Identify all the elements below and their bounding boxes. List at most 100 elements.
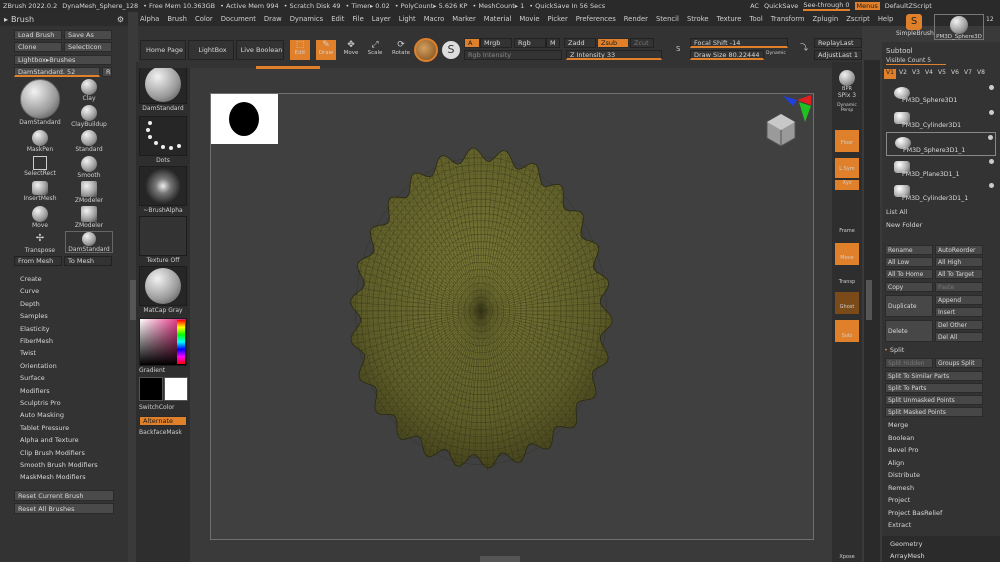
brush-menu-smooth-brush-modifiers[interactable]: Smooth Brush Modifiers: [20, 461, 98, 469]
adjustlast-button[interactable]: AdjustLast 1: [814, 50, 862, 60]
all-to-target-button[interactable]: All To Target: [935, 269, 983, 279]
backfacemask-button[interactable]: BackfaceMask: [139, 429, 187, 436]
zcut-button[interactable]: Zcut: [630, 38, 654, 48]
version-tab-v6[interactable]: V6: [949, 69, 961, 79]
default-zscript-button[interactable]: DefaultZScript: [885, 2, 932, 10]
stroke-tile[interactable]: [139, 116, 187, 156]
version-tab-v3[interactable]: V3: [910, 69, 922, 79]
head-gizmo-icon[interactable]: [761, 110, 801, 150]
version-tab-v5[interactable]: V5: [936, 69, 948, 79]
brush-menu-twist[interactable]: Twist: [20, 349, 36, 357]
split-to-parts-button[interactable]: Split To Parts: [885, 383, 983, 393]
reset-r-button[interactable]: R: [102, 67, 112, 77]
navigation-thumbnail[interactable]: [211, 94, 278, 144]
subtool-title[interactable]: Subtool: [886, 47, 913, 55]
menu-help[interactable]: Help: [878, 15, 894, 23]
brush-transpose[interactable]: ✢ Transpose: [16, 231, 64, 254]
spix-slider[interactable]: SPix 3: [835, 92, 859, 99]
split-hidden-button[interactable]: Split Hidden: [885, 358, 933, 368]
copy-button[interactable]: Copy: [885, 282, 933, 292]
current-brush-slider[interactable]: DamStandard. 52: [14, 67, 100, 77]
home-page-button[interactable]: Home Page: [140, 40, 186, 60]
lightbox-button[interactable]: LightBox: [188, 40, 234, 60]
xyz-button[interactable]: Xyz: [835, 180, 859, 190]
insert-button[interactable]: Insert: [935, 307, 983, 317]
replaylast-button[interactable]: ReplayLast: [814, 38, 862, 48]
brush-damstandard-large[interactable]: DamStandard: [16, 79, 64, 126]
brush-insertmesh[interactable]: InsertMesh: [16, 181, 64, 202]
menus-button[interactable]: Menus: [854, 2, 880, 10]
rgb-button[interactable]: Rgb: [514, 38, 546, 48]
rotate-button[interactable]: ⟳ Rotate: [391, 40, 411, 60]
brush-menu-curve[interactable]: Curve: [20, 287, 39, 295]
lsym-button[interactable]: L.Sym: [835, 158, 859, 178]
subtool-menu-extract[interactable]: Extract: [888, 521, 911, 529]
switchcolor-button[interactable]: SwitchColor: [139, 404, 187, 411]
split-similar-parts-button[interactable]: Split To Similar Parts: [885, 371, 983, 381]
from-mesh-button[interactable]: From Mesh: [14, 256, 62, 266]
see-through-slider[interactable]: See-through 0: [803, 1, 850, 11]
sculpt-mesh[interactable]: [341, 146, 621, 476]
scale-button[interactable]: ⤢ Scale: [366, 40, 384, 60]
right-dock-handle[interactable]: [866, 280, 872, 320]
brush-menu-clip-brush-modifiers[interactable]: Clip Brush Modifiers: [20, 449, 85, 457]
mrgb-button[interactable]: Mrgb: [480, 38, 512, 48]
brush-panel-header[interactable]: ▸ Brush ⚙: [0, 12, 128, 26]
menu-transform[interactable]: Transform: [771, 15, 805, 23]
brush-menu-fibermesh[interactable]: FiberMesh: [20, 337, 53, 345]
floor-button[interactable]: Floor: [835, 130, 859, 152]
brush-zmodeler-2[interactable]: ZModeler: [65, 206, 113, 229]
brush-menu-orientation[interactable]: Orientation: [20, 362, 57, 370]
del-other-button[interactable]: Del Other: [935, 320, 983, 330]
ac-button[interactable]: AC: [750, 2, 759, 10]
delete-button[interactable]: Delete: [885, 320, 933, 342]
brush-menu-depth[interactable]: Depth: [20, 300, 40, 308]
geometry-menu[interactable]: Geometry: [890, 540, 922, 548]
subtool-item[interactable]: PM3D_Plane3D1_1: [886, 157, 996, 181]
brush-damstandard-small[interactable]: DamStandard: [65, 231, 113, 253]
visibility-eye-icon[interactable]: [988, 135, 993, 140]
split-unmasked-button[interactable]: Split Unmasked Points: [885, 395, 983, 405]
menu-edit[interactable]: Edit: [331, 15, 344, 23]
menu-tool[interactable]: Tool: [750, 15, 763, 23]
brush-menu-auto-masking[interactable]: Auto Masking: [20, 411, 64, 419]
append-button[interactable]: Append: [935, 295, 983, 305]
new-folder-button[interactable]: New Folder: [886, 221, 922, 229]
del-all-button[interactable]: Del All: [935, 332, 983, 342]
canvas-viewport[interactable]: [210, 93, 814, 540]
brush-menu-alpha-and-texture[interactable]: Alpha and Texture: [20, 436, 79, 444]
all-low-button[interactable]: All Low: [885, 257, 933, 267]
brush-menu-sculptris-pro[interactable]: Sculptris Pro: [20, 399, 61, 407]
s-toggle[interactable]: S: [676, 45, 686, 57]
bottom-dock-handle[interactable]: [480, 556, 520, 562]
move-view-button[interactable]: Move: [835, 243, 859, 265]
secondary-color-swatch[interactable]: [164, 377, 188, 401]
menu-movie[interactable]: Movie: [519, 15, 539, 23]
replay-icon[interactable]: ⤵: [800, 42, 810, 56]
alpha-tile[interactable]: [139, 166, 187, 206]
visibility-eye-icon[interactable]: [989, 85, 994, 90]
gear-icon[interactable]: ⚙: [117, 15, 124, 24]
brush-move[interactable]: Move: [16, 206, 64, 229]
texture-tile[interactable]: [139, 216, 187, 256]
menu-stroke[interactable]: Stroke: [687, 15, 709, 23]
transp-button[interactable]: Transp: [835, 271, 859, 287]
brush-menu-modifiers[interactable]: Modifiers: [20, 387, 50, 395]
menu-render[interactable]: Render: [624, 15, 648, 23]
split-masked-button[interactable]: Split Masked Points: [885, 407, 983, 417]
current-tool-thumbnail[interactable]: PM3D_Sphere3D: [934, 14, 984, 40]
persp-button[interactable]: Dynamic Persp: [835, 103, 859, 113]
menu-file[interactable]: File: [352, 15, 363, 23]
reset-current-brush-button[interactable]: Reset Current Brush: [14, 490, 114, 501]
menu-alpha[interactable]: Alpha: [140, 15, 159, 23]
rgb-intensity-slider[interactable]: Rgb Intensity: [464, 50, 562, 60]
m-button[interactable]: M: [546, 38, 560, 48]
focal-shift-slider[interactable]: Focal Shift -14: [690, 38, 788, 48]
zsub-button[interactable]: Zsub: [597, 38, 629, 48]
subtool-menu-project-basrelief[interactable]: Project BasRelief: [888, 509, 942, 517]
brush-smooth[interactable]: Smooth: [65, 156, 113, 179]
live-boolean-button[interactable]: Live Boolean: [236, 40, 284, 60]
menu-draw[interactable]: Draw: [264, 15, 282, 23]
ghost-button[interactable]: Ghost: [835, 292, 859, 314]
main-color-swatch[interactable]: [139, 377, 163, 401]
